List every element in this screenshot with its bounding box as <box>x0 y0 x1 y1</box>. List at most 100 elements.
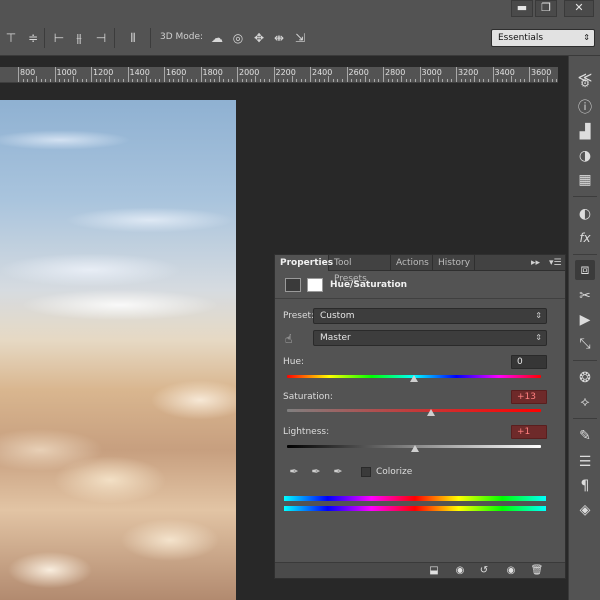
separator <box>114 28 115 48</box>
ruler-tick <box>86 79 88 82</box>
colorize-label: Colorize <box>376 467 413 477</box>
ruler-tick <box>506 79 508 82</box>
saturation-input[interactable]: +13 <box>511 390 547 404</box>
view-previous-icon[interactable]: ◉ <box>453 564 467 578</box>
colorize-checkbox[interactable] <box>361 467 371 477</box>
ruler-tick <box>54 67 56 82</box>
roll-icon[interactable]: ◎ <box>229 29 247 47</box>
eyedropper-add-icon[interactable]: ✒ <box>309 465 323 479</box>
saturation-slider-thumb[interactable] <box>427 409 435 416</box>
3d-icon[interactable]: ⧈ <box>575 260 595 280</box>
ruler-tick <box>547 76 549 82</box>
sliders-icon[interactable]: ☰ <box>575 452 595 472</box>
visibility-eye-icon[interactable]: ◉ <box>504 564 518 578</box>
align-hcenter-icon[interactable]: ⫵ <box>70 29 88 47</box>
document-canvas-image[interactable] <box>0 100 236 600</box>
restore-button[interactable]: ❐ <box>535 0 557 17</box>
ruler-tick <box>81 79 83 82</box>
ruler-tick <box>200 67 202 82</box>
properties-panel: Properties Tool Presets Actions History … <box>274 254 566 579</box>
ruler-tick <box>378 79 380 82</box>
paragraph-icon[interactable]: ¶ <box>575 476 595 496</box>
preset-label: Preset: <box>283 311 315 321</box>
channels-icon[interactable]: ❂ <box>575 368 595 388</box>
preset-dropdown[interactable]: Custom ⇕ <box>313 308 547 324</box>
slide-icon[interactable]: ⇼ <box>270 29 288 47</box>
align-left-icon[interactable]: ⊢ <box>50 29 68 47</box>
tab-history[interactable]: History <box>433 255 475 271</box>
hue-label: Hue: <box>283 357 305 367</box>
align-right-icon[interactable]: ⊣ <box>92 29 110 47</box>
distribute-icon[interactable]: ⦀ <box>124 29 142 47</box>
tab-tool-presets[interactable]: Tool Presets <box>329 255 391 284</box>
ruler-tick <box>91 67 92 82</box>
ruler-tick <box>396 79 398 82</box>
ruler-tick <box>100 79 102 82</box>
ruler-tick <box>405 79 407 82</box>
collapse-panel-icon[interactable]: ▸▸ <box>531 255 540 271</box>
play-icon[interactable]: ▶ <box>575 310 595 330</box>
ruler-tick <box>232 79 234 82</box>
ruler-tick <box>437 76 439 82</box>
adjustment-layer-icon[interactable] <box>285 278 301 292</box>
tab-actions[interactable]: Actions <box>391 255 433 271</box>
channel-dropdown[interactable]: Master ⇕ <box>313 330 547 346</box>
lightness-slider-thumb[interactable] <box>411 445 419 452</box>
channel-value: Master <box>320 333 351 343</box>
ruler-tick <box>223 79 225 82</box>
brush-icon[interactable]: ✎ <box>575 426 595 446</box>
ruler-tick <box>497 79 499 82</box>
ruler-tick <box>401 76 403 82</box>
photoshop-window: ▬ ❐ ✕ ⊤ ≑ ⊢ ⫵ ⊣ ⦀ 3D Mode: ☁ ◎ ✥ ⇼ ⇲ Ess… <box>0 0 600 600</box>
info-icon[interactable]: ⓘ <box>575 98 595 118</box>
tools-icon[interactable]: ✂ <box>575 286 595 306</box>
layers-icon[interactable]: ◈ <box>575 500 595 520</box>
updown-arrow-icon: ⇕ <box>535 333 542 342</box>
palette-icon[interactable]: ◑ <box>575 146 595 166</box>
clip-to-layer-icon[interactable]: ⬓ <box>427 564 441 578</box>
gear-icon[interactable]: ⚙ <box>575 74 595 94</box>
grid-icon[interactable]: ▦ <box>575 170 595 190</box>
hue-input[interactable]: 0 <box>511 355 547 369</box>
tab-properties[interactable]: Properties <box>275 255 333 271</box>
ruler-tick <box>410 79 412 82</box>
saturation-slider-track[interactable] <box>287 409 541 412</box>
separator <box>573 254 597 255</box>
ruler-tick <box>351 79 353 82</box>
ruler-tick <box>77 79 79 82</box>
adjust-icon[interactable]: ◐ <box>575 204 595 224</box>
fx-icon[interactable]: fx <box>575 228 595 248</box>
align-vcenter-icon[interactable]: ≑ <box>24 29 42 47</box>
align-top-icon[interactable]: ⊤ <box>2 29 20 47</box>
ruler-tick <box>332 79 334 82</box>
layer-mask-icon[interactable] <box>307 278 323 292</box>
targeted-adjust-hand-icon[interactable]: ☝ <box>285 331 301 347</box>
lightness-input[interactable]: +1 <box>511 425 547 439</box>
ruler-tick <box>424 79 426 82</box>
ruler-tick <box>95 79 97 82</box>
output-spectrum-bar <box>284 506 546 511</box>
panel-menu-icon[interactable]: ▾☰ <box>549 255 562 271</box>
ruler-tick <box>282 79 284 82</box>
input-spectrum-bar <box>284 496 546 501</box>
ruler-tick <box>442 79 444 82</box>
workspace-dropdown[interactable]: Essentials ⇕ <box>491 29 595 47</box>
reset-icon[interactable]: ↺ <box>477 564 491 578</box>
ruler-tick <box>273 67 275 82</box>
ruler-tick <box>49 79 51 82</box>
close-button[interactable]: ✕ <box>564 0 594 17</box>
trash-icon[interactable]: 🗑 <box>530 564 544 578</box>
eyedropper-subtract-icon[interactable]: ✒ <box>331 465 345 479</box>
ruler-tick <box>428 79 430 82</box>
path-icon[interactable]: ⟡ <box>575 392 595 412</box>
transform-icon[interactable]: ⤡ <box>575 334 595 354</box>
orbit-icon[interactable]: ☁ <box>208 29 226 47</box>
pan-icon[interactable]: ✥ <box>250 29 268 47</box>
minimize-button[interactable]: ▬ <box>511 0 533 17</box>
hue-slider-thumb[interactable] <box>410 375 418 382</box>
scale-3d-icon[interactable]: ⇲ <box>291 29 309 47</box>
ruler-tick <box>118 79 120 82</box>
eyedropper-icon[interactable]: ✒ <box>287 465 301 479</box>
horizontal-ruler[interactable]: 800 1000 1200 1400 1600 1800 2000 2200 2400 2600 2… <box>0 67 558 83</box>
histogram-icon[interactable]: ▟ <box>575 122 595 142</box>
